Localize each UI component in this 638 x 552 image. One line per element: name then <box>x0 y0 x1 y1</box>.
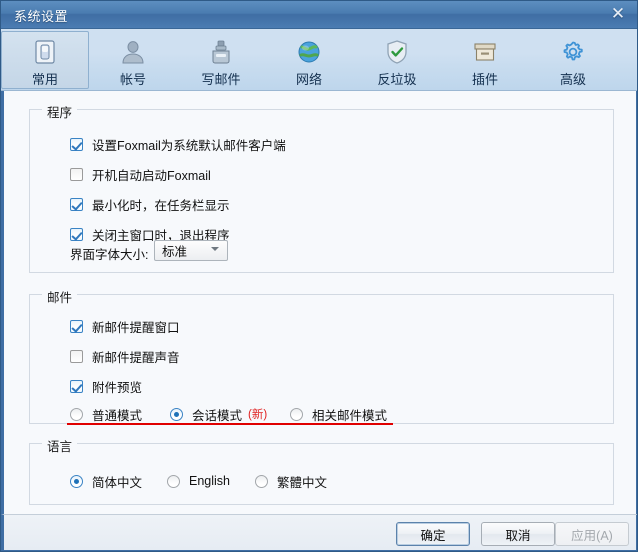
checkbox-box <box>70 197 83 211</box>
radio-label: 繁體中文 <box>277 475 328 490</box>
checkbox-box <box>70 227 83 241</box>
radio-label: English <box>189 474 230 488</box>
settings-content: 程序 设置Foxmail为系统默认邮件客户端 开机自动启动Foxmail 最小化… <box>1 91 637 514</box>
checkbox-attachment-preview[interactable]: 附件预览 <box>70 377 142 395</box>
network-globe-icon <box>295 38 323 66</box>
ok-button[interactable]: 确定 <box>396 522 470 546</box>
checkbox-box <box>70 167 83 181</box>
checkbox-new-mail-popup[interactable]: 新邮件提醒窗口 <box>70 317 180 335</box>
dialog-button-bar: 确定 取消 应用(A) <box>1 514 637 551</box>
mail-group-title: 邮件 <box>42 287 78 306</box>
tab-general-label: 常用 <box>31 72 58 87</box>
radio-label: 普通模式 <box>92 408 143 423</box>
radio-related-mail-mode[interactable]: 相关邮件模式 <box>290 405 387 423</box>
radio-conversation-mode[interactable]: 会话模式 (新) <box>170 405 267 423</box>
radio-label: 相关邮件模式 <box>312 408 388 423</box>
tab-general[interactable]: 常用 <box>1 31 89 89</box>
mail-group: 邮件 新邮件提醒窗口 新邮件提醒声音 附件预览 普通模式 会话模式 (新) 相关… <box>29 287 614 425</box>
tab-account-label: 帐号 <box>119 72 146 87</box>
radio-label: 会话模式 <box>192 408 243 423</box>
tab-compose-label: 写邮件 <box>201 72 241 87</box>
tab-antispam-label: 反垃圾 <box>377 72 417 87</box>
cancel-button[interactable]: 取消 <box>481 522 555 546</box>
checkbox-box <box>70 137 83 151</box>
language-group-title: 语言 <box>42 436 78 455</box>
checkbox-default-mail-client[interactable]: 设置Foxmail为系统默认邮件客户端 <box>70 135 286 153</box>
tab-network-label: 网络 <box>295 72 322 87</box>
checkbox-autostart[interactable]: 开机自动启动Foxmail <box>70 165 211 183</box>
radio-english[interactable]: English <box>167 472 230 490</box>
antispam-shield-icon <box>383 38 411 66</box>
font-size-label: 界面字体大小: <box>70 248 149 262</box>
checkbox-label: 新邮件提醒声音 <box>92 350 180 365</box>
checkbox-label: 新邮件提醒窗口 <box>92 320 180 335</box>
radio-circle <box>255 474 268 488</box>
chevron-down-icon <box>211 247 219 251</box>
language-group: 语言 简体中文 English 繁體中文 <box>29 436 614 505</box>
close-button[interactable]: ✕ <box>597 1 637 28</box>
settings-tab-bar: 常用 帐号 写邮件 网络 反垃圾 插件 高级 <box>1 29 637 91</box>
account-person-icon <box>119 38 147 66</box>
tab-network[interactable]: 网络 <box>265 31 353 89</box>
system-settings-window: 系统设置 ✕ 常用 帐号 写邮件 网络 反垃圾 插件 高级 程序 设置Foxma… <box>0 0 638 552</box>
font-size-select[interactable]: 标准 <box>154 240 228 261</box>
radio-circle <box>170 407 183 421</box>
compose-mail-icon <box>207 38 235 66</box>
checkbox-label: 最小化时，在任务栏显示 <box>92 198 230 213</box>
checkbox-label: 设置Foxmail为系统默认邮件客户端 <box>92 138 286 153</box>
checkbox-box <box>70 319 83 333</box>
tab-compose[interactable]: 写邮件 <box>177 31 265 89</box>
plugin-box-icon <box>471 38 499 66</box>
radio-simplified-chinese[interactable]: 简体中文 <box>70 472 142 490</box>
new-badge: (新) <box>248 409 268 421</box>
checkbox-box <box>70 379 83 393</box>
tab-antispam[interactable]: 反垃圾 <box>353 31 441 89</box>
close-icon: ✕ <box>610 4 626 24</box>
advanced-gear-icon <box>559 38 587 66</box>
radio-circle <box>70 407 83 421</box>
checkbox-label: 开机自动启动Foxmail <box>92 168 211 183</box>
program-group-title: 程序 <box>42 102 78 121</box>
apply-button[interactable]: 应用(A) <box>555 522 629 546</box>
radio-circle <box>167 474 180 488</box>
checkbox-box <box>70 349 83 363</box>
window-title: 系统设置 <box>14 9 69 24</box>
tab-account[interactable]: 帐号 <box>89 31 177 89</box>
radio-circle <box>70 474 83 488</box>
checkbox-label: 附件预览 <box>92 380 143 395</box>
program-group: 程序 设置Foxmail为系统默认邮件客户端 开机自动启动Foxmail 最小化… <box>29 102 614 273</box>
tab-advanced-label: 高级 <box>559 72 586 87</box>
general-icon <box>31 38 59 66</box>
radio-normal-mode[interactable]: 普通模式 <box>70 405 142 423</box>
radio-label: 简体中文 <box>92 475 143 490</box>
checkbox-new-mail-sound[interactable]: 新邮件提醒声音 <box>70 347 180 365</box>
title-bar: 系统设置 ✕ <box>1 1 637 29</box>
radio-traditional-chinese[interactable]: 繁體中文 <box>255 472 327 490</box>
radio-circle <box>290 407 303 421</box>
checkbox-minimize-to-tray[interactable]: 最小化时，在任务栏显示 <box>70 195 230 213</box>
tab-plugin[interactable]: 插件 <box>441 31 529 89</box>
tab-plugin-label: 插件 <box>471 72 498 87</box>
tab-advanced[interactable]: 高级 <box>529 31 617 89</box>
mode-row-highlight-underline <box>67 423 393 425</box>
font-size-value: 标准 <box>162 245 188 259</box>
